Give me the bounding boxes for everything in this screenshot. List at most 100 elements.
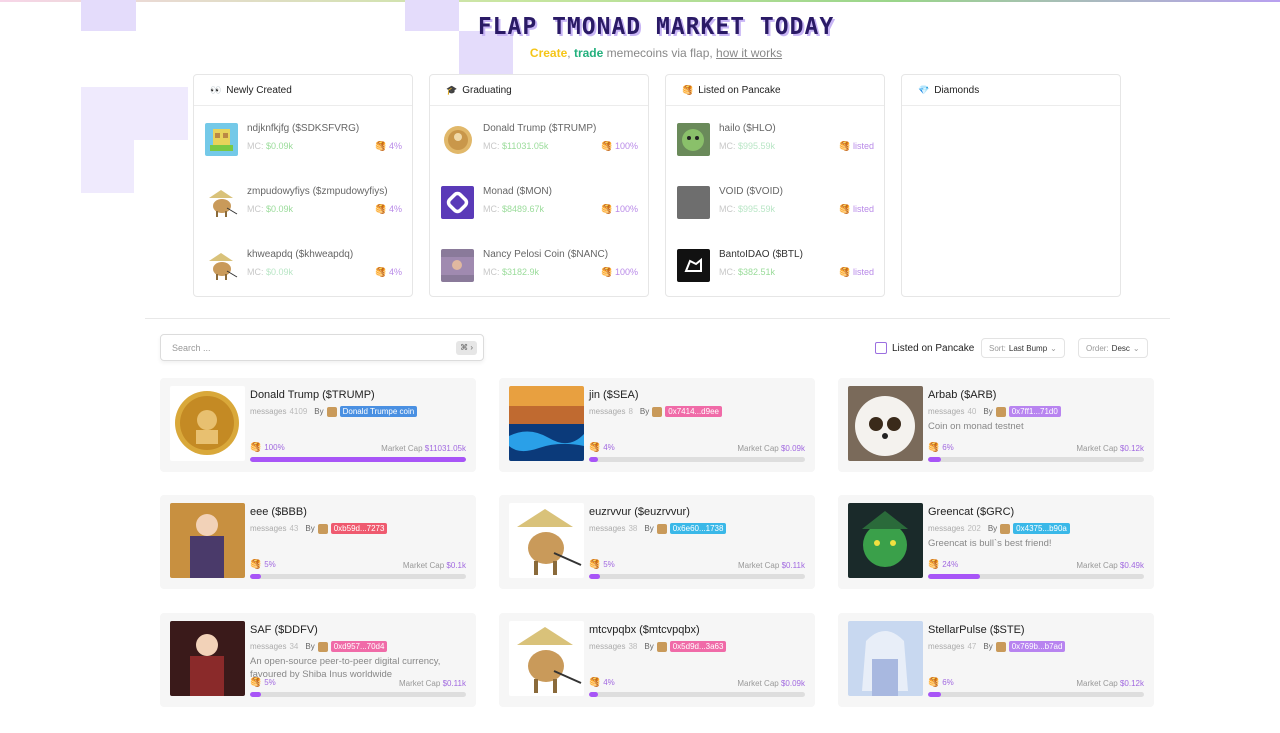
messages-label: messages <box>928 407 965 416</box>
market-cap: MC: $11031.05k <box>483 141 549 151</box>
panel-row[interactable]: khweapdq ($khweapdq) MC: $0.09k 🥞 4% <box>205 247 402 283</box>
token-thumbnail <box>441 249 474 282</box>
progress-status: 🥞 4% <box>375 141 402 151</box>
sort-label: Sort: <box>989 343 1006 353</box>
panel-title: Graduating <box>462 84 512 96</box>
page-title: FLAP TMONAD MARKET TODAY <box>477 14 835 40</box>
token-name: Monad ($MON) <box>483 186 552 197</box>
panel-row[interactable]: ndjknfkjfg ($SDKSFVRG) MC: $0.09k 🥞 4% <box>205 121 402 157</box>
creator-address[interactable]: Donald Trumpe coin <box>339 406 418 417</box>
token-card[interactable]: Arbab ($ARB) messages 40 By 0x7ff1...71d0 Coi… <box>838 378 1154 472</box>
order-value: Desc <box>1111 343 1130 353</box>
token-image <box>170 386 245 461</box>
messages-label: messages <box>250 642 287 651</box>
by-label: By <box>314 407 324 416</box>
token-description: Greencat is bull`s best friend! <box>928 538 1052 549</box>
panel-diamonds: 💎 Diamonds <box>901 74 1121 297</box>
creator-avatar <box>995 641 1006 652</box>
token-card[interactable]: eee ($BBB) messages 43 By 0xb59d...7273 🥞 5% Ma… <box>160 495 476 589</box>
market-cap: Market Cap $0.09k <box>737 679 805 688</box>
market-cap: Market Cap $0.1k <box>402 561 466 570</box>
panel-row[interactable]: zmpudowyfiys ($zmpudowyfiys) MC: $0.09k … <box>205 184 402 220</box>
decor-square <box>81 87 134 140</box>
progress-fill <box>589 692 598 697</box>
graduation-cap-icon: 🎓 <box>446 84 458 95</box>
progress-fill <box>589 457 598 462</box>
messages-count: 40 <box>967 407 977 416</box>
market-cap: Market Cap $0.49k <box>1076 561 1144 570</box>
eyes-icon: 👀 <box>210 84 222 95</box>
sort-select[interactable]: Sort: Last Bump ⌄ <box>981 338 1065 358</box>
token-card[interactable]: SAF ($DDFV) messages 34 By 0xd957...70d4 An o… <box>160 613 476 707</box>
creator-address[interactable]: 0x4375...b90a <box>1013 523 1070 534</box>
pancake-icon: 🥞 <box>589 559 601 569</box>
creator-avatar <box>317 523 328 534</box>
decor-square <box>134 87 188 140</box>
token-card[interactable]: Donald Trump ($TRUMP) messages 4109 By Donal… <box>160 378 476 472</box>
by-label: By <box>639 407 650 416</box>
messages-count: 43 <box>289 524 299 533</box>
panel-row[interactable]: Monad ($MON) MC: $8489.67k 🥞 100% <box>441 184 638 220</box>
hero: FLAP TMONAD MARKET TODAY Create, trade m… <box>0 14 1280 60</box>
progress-percent: 🥞 6% <box>928 677 954 687</box>
messages-count: 38 <box>628 642 638 651</box>
token-image <box>848 621 923 696</box>
panel-header: 🎓 Graduating <box>430 75 648 106</box>
search-input[interactable]: Search ... ⌘ › <box>160 334 484 361</box>
checkbox[interactable] <box>875 342 887 354</box>
progress-fill <box>250 692 261 697</box>
panel-row[interactable]: hailo ($HLO) MC: $995.59k 🥞 listed <box>677 121 874 157</box>
creator-avatar <box>652 406 663 417</box>
token-title: eee ($BBB) <box>250 506 307 518</box>
messages-count: 4109 <box>289 407 308 416</box>
creator-address[interactable]: 0x7414...d9ee <box>665 406 722 417</box>
creator-address[interactable]: 0x5d9d...3a63 <box>669 641 727 652</box>
token-name: Donald Trump ($TRUMP) <box>483 123 597 134</box>
progress-fill <box>928 574 980 579</box>
market-cap: MC: $995.59k <box>719 204 776 214</box>
creator-address[interactable]: 0x6e60...1738 <box>669 523 727 534</box>
progress-percent: 🥞 5% <box>250 677 276 687</box>
progress-fill <box>250 574 261 579</box>
token-meta: messages 40 By 0x7ff1...71d0 <box>928 406 1061 417</box>
market-cap: MC: $0.09k <box>247 141 294 151</box>
token-thumbnail <box>677 186 710 219</box>
pancake-icon: 🥞 <box>250 442 262 452</box>
token-title: Donald Trump ($TRUMP) <box>250 389 375 401</box>
token-thumbnail <box>677 123 710 156</box>
market-cap: MC: $382.51k <box>719 267 776 277</box>
order-select[interactable]: Order: Desc ⌄ <box>1078 338 1148 358</box>
token-meta: messages 38 By 0x6e60...1738 <box>589 523 727 534</box>
token-image <box>509 386 584 461</box>
comma: , <box>567 46 571 60</box>
shortcut-hint: ⌘ › <box>456 341 477 355</box>
market-cap: Market Cap $0.11k <box>398 679 466 688</box>
panel-row[interactable]: Nancy Pelosi Coin ($NANC) MC: $3182.9k 🥞… <box>441 247 638 283</box>
token-thumbnail <box>205 249 238 282</box>
creator-address[interactable]: 0x7ff1...71d0 <box>1008 406 1061 417</box>
creator-address[interactable]: 0xb59d...7273 <box>330 523 388 534</box>
how-it-works-link[interactable]: how it works <box>716 46 782 60</box>
panel-row[interactable]: VOID ($VOID) MC: $995.59k 🥞 listed <box>677 184 874 220</box>
token-thumbnail <box>205 186 238 219</box>
market-cap: MC: $0.09k <box>247 267 294 277</box>
token-card[interactable]: jin ($SEA) messages 8 By 0x7414...d9ee 🥞 4% Mar… <box>499 378 815 472</box>
token-card[interactable]: euzrvvur ($euzrvvur) messages 38 By 0x6e60..… <box>499 495 815 589</box>
token-card[interactable]: StellarPulse ($STE) messages 47 By 0x769b...… <box>838 613 1154 707</box>
panel-row[interactable]: Donald Trump ($TRUMP) MC: $11031.05k 🥞 1… <box>441 121 638 157</box>
creator-address[interactable]: 0x769b...b7ad <box>1008 641 1066 652</box>
progress-percent: 🥞 4% <box>589 442 615 452</box>
token-image <box>848 386 923 461</box>
progress-bar <box>589 457 805 462</box>
panel-newly-created: 👀 Newly Created ndjknfkjfg ($SDKSFVRG) M… <box>193 74 413 297</box>
token-card[interactable]: mtcvpqbx ($mtcvpqbx) messages 38 By 0x5d9d..… <box>499 613 815 707</box>
token-meta: messages 47 By 0x769b...b7ad <box>928 641 1066 652</box>
panel-title: Diamonds <box>934 84 980 96</box>
create-link[interactable]: Create <box>530 46 567 60</box>
token-card[interactable]: Greencat ($GRC) messages 202 By 0x4375...b90… <box>838 495 1154 589</box>
trade-link[interactable]: trade <box>574 46 603 60</box>
listed-on-pancake-filter[interactable]: Listed on Pancake <box>875 338 974 358</box>
creator-address[interactable]: 0xd957...70d4 <box>330 641 388 652</box>
progress-fill <box>250 457 466 462</box>
panel-row[interactable]: BantoIDAO ($BTL) MC: $382.51k 🥞 listed <box>677 247 874 283</box>
